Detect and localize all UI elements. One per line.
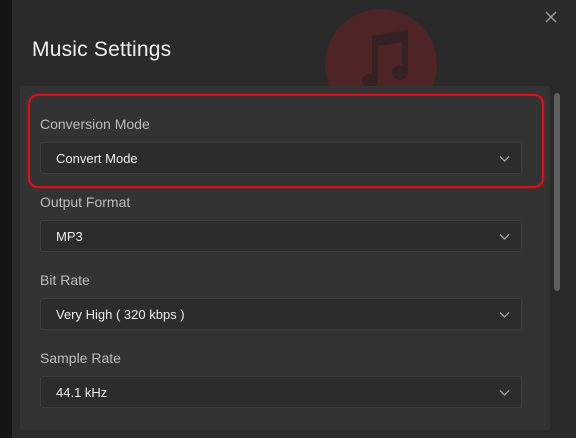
chevron-down-icon bbox=[499, 312, 510, 318]
bit-rate-value: Very High ( 320 kbps ) bbox=[56, 306, 185, 322]
conversion-mode-value: Convert Mode bbox=[56, 150, 138, 166]
sample-rate-select[interactable]: 44.1 kHz bbox=[40, 376, 522, 408]
scrollbar-thumb[interactable] bbox=[554, 93, 560, 291]
conversion-mode-label: Conversion Mode bbox=[40, 116, 150, 132]
dialog-title: Music Settings bbox=[32, 38, 172, 61]
output-format-label: Output Format bbox=[40, 194, 131, 210]
music-note-icon bbox=[362, 30, 409, 88]
close-button[interactable] bbox=[542, 8, 560, 26]
chevron-down-icon bbox=[499, 390, 510, 396]
output-format-select[interactable]: MP3 bbox=[40, 220, 522, 252]
output-format-value: MP3 bbox=[56, 228, 83, 244]
close-icon bbox=[545, 11, 557, 23]
chevron-down-icon bbox=[499, 156, 510, 162]
sample-rate-label: Sample Rate bbox=[40, 350, 121, 366]
sample-rate-value: 44.1 kHz bbox=[56, 384, 108, 400]
conversion-mode-select[interactable]: Convert Mode bbox=[40, 142, 522, 174]
bit-rate-label: Bit Rate bbox=[40, 272, 90, 288]
chevron-down-icon bbox=[499, 234, 510, 240]
bit-rate-select[interactable]: Very High ( 320 kbps ) bbox=[40, 298, 522, 330]
